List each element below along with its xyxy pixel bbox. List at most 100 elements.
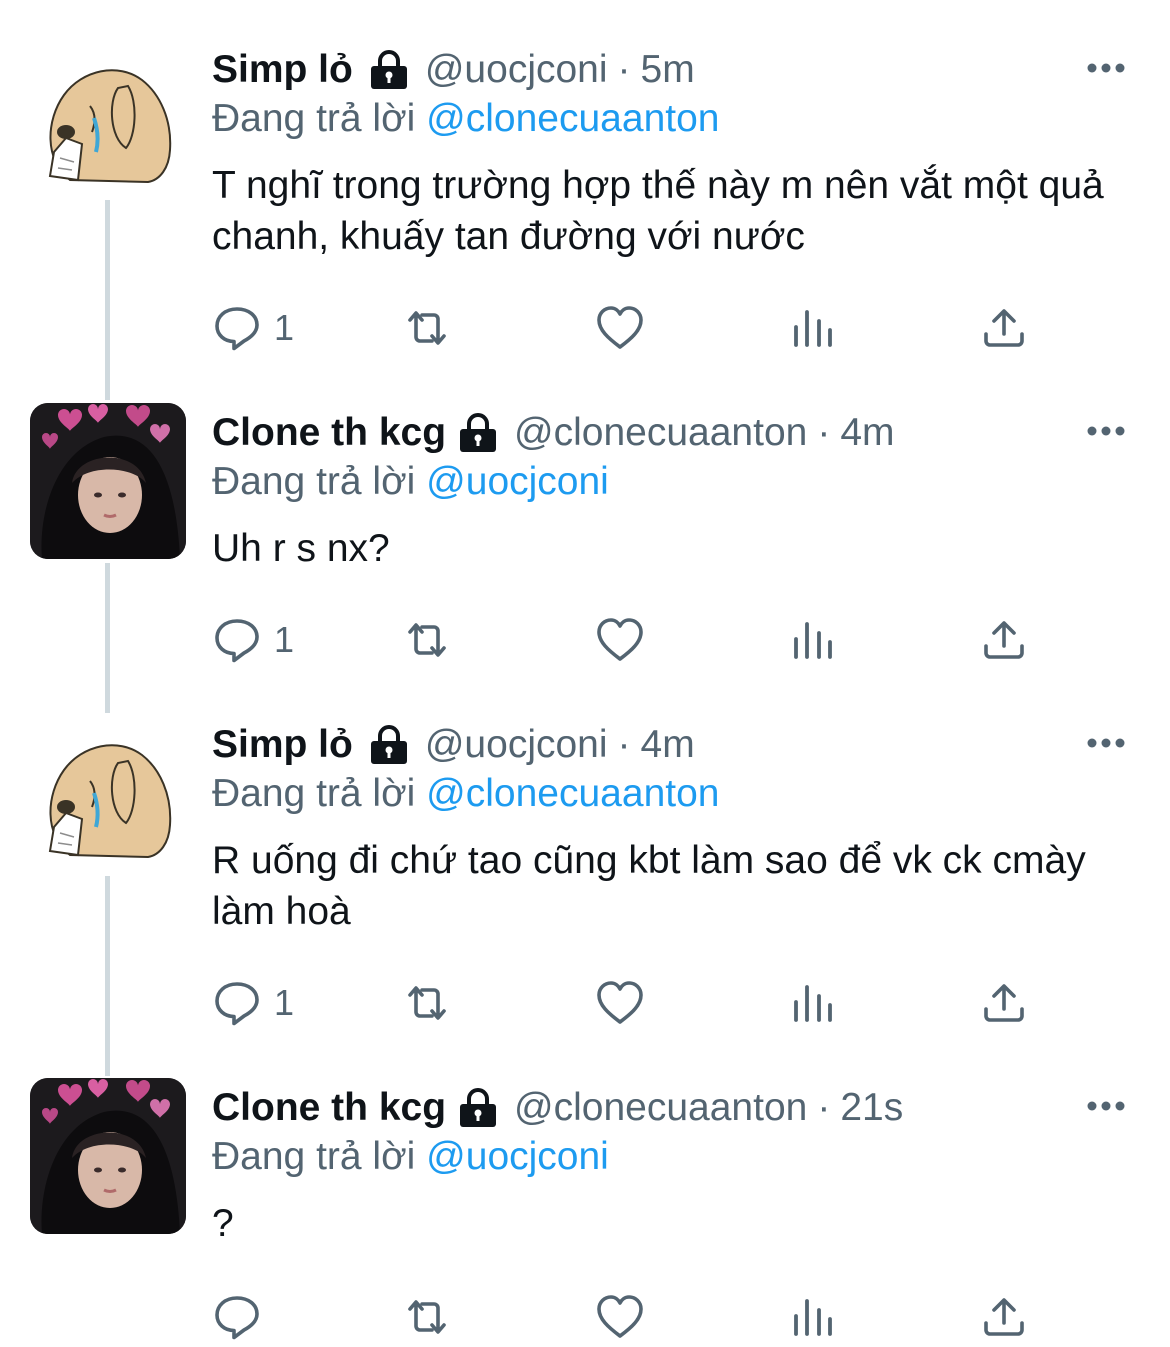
tweet-actions: 1 — [212, 303, 1042, 353]
timestamp[interactable]: 4m — [840, 410, 894, 456]
tweet-header: Simp lỏ @uocjconi · 4m — [212, 722, 1130, 768]
more-icon[interactable] — [1086, 737, 1126, 749]
tweet-text: R uống đi chứ tao cũng kbt làm sao để vk… — [212, 839, 1086, 933]
retweet-icon — [402, 1292, 452, 1342]
user-handle[interactable]: @uocjconi — [425, 722, 608, 768]
reply-count: 1 — [274, 307, 295, 348]
separator-dot: · — [817, 411, 831, 454]
more-icon[interactable] — [1086, 1100, 1126, 1112]
views-icon — [788, 303, 838, 353]
like-icon — [595, 1292, 645, 1342]
profile-photo-icon — [30, 1078, 186, 1234]
avatar[interactable] — [30, 403, 186, 559]
like-button[interactable] — [595, 1292, 645, 1342]
share-button[interactable] — [979, 1292, 1029, 1342]
retweet-button[interactable] — [402, 615, 452, 665]
share-icon — [979, 303, 1029, 353]
avatar[interactable] — [30, 1078, 186, 1234]
mention-link[interactable]: @uocjconi — [426, 1135, 609, 1178]
user-handle[interactable]: @clonecuaanton — [514, 410, 807, 456]
display-name[interactable]: Clone th kcg — [212, 410, 446, 456]
like-button[interactable] — [595, 615, 645, 665]
reply-button[interactable]: 1 — [212, 615, 294, 665]
retweet-icon — [402, 978, 452, 1028]
retweet-button[interactable] — [402, 1292, 452, 1342]
replying-to-label: Đang trả lời — [212, 1135, 416, 1178]
like-icon — [595, 303, 645, 353]
tweet[interactable]: Clone th kcg @clonecuaanton · 21s Đang t… — [0, 1060, 1170, 1347]
lock-icon — [456, 413, 500, 453]
like-icon — [595, 615, 645, 665]
views-button[interactable] — [788, 303, 838, 353]
replying-to: Đang trả lời @uocjconi — [212, 459, 1130, 505]
display-name[interactable]: Simp lỏ — [212, 47, 353, 93]
share-icon — [979, 615, 1029, 665]
tweet[interactable]: Simp lỏ @uocjconi · 4m Đang trả lời @clo… — [0, 710, 1170, 1060]
reply-button[interactable] — [212, 1292, 274, 1342]
reply-button[interactable]: 1 — [212, 978, 294, 1028]
display-name[interactable]: Simp lỏ — [212, 722, 353, 768]
replying-to: Đang trả lời @uocjconi — [212, 1134, 1130, 1180]
mention-link[interactable]: @uocjconi — [426, 460, 609, 503]
avatar[interactable] — [30, 40, 186, 196]
share-icon — [979, 978, 1029, 1028]
views-icon — [788, 615, 838, 665]
reply-icon — [212, 615, 262, 665]
timestamp[interactable]: 5m — [641, 47, 695, 93]
timestamp[interactable]: 21s — [840, 1085, 903, 1131]
replying-to: Đang trả lời @clonecuaanton — [212, 771, 1130, 817]
tweet-actions — [212, 1292, 1042, 1342]
retweet-button[interactable] — [402, 303, 452, 353]
lock-icon — [367, 725, 411, 765]
separator-dot: · — [617, 723, 631, 766]
tweet-header: Clone th kcg @clonecuaanton · 4m — [212, 410, 1130, 456]
dog-avatar-icon — [30, 40, 186, 196]
separator-dot: · — [817, 1086, 831, 1129]
replying-to-label: Đang trả lời — [212, 97, 416, 140]
tweet-actions: 1 — [212, 615, 1042, 665]
avatar[interactable] — [30, 715, 186, 871]
retweet-icon — [402, 615, 452, 665]
views-icon — [788, 978, 838, 1028]
tweet-text: ? — [212, 1202, 234, 1245]
reply-count: 1 — [274, 619, 295, 660]
display-name[interactable]: Clone th kcg — [212, 1085, 446, 1131]
share-button[interactable] — [979, 615, 1029, 665]
tweet[interactable]: Simp lỏ @uocjconi · 5m Đang trả lời @clo… — [0, 0, 1170, 385]
share-button[interactable] — [979, 978, 1029, 1028]
replying-to-label: Đang trả lời — [212, 460, 416, 503]
profile-photo-icon — [30, 403, 186, 559]
retweet-icon — [402, 303, 452, 353]
mention-link[interactable]: @clonecuaanton — [426, 97, 719, 140]
reply-count: 1 — [274, 982, 295, 1023]
like-button[interactable] — [595, 303, 645, 353]
user-handle[interactable]: @uocjconi — [425, 47, 608, 93]
replying-to-label: Đang trả lời — [212, 772, 416, 815]
timestamp[interactable]: 4m — [641, 722, 695, 768]
views-button[interactable] — [788, 978, 838, 1028]
like-icon — [595, 978, 645, 1028]
reply-button[interactable]: 1 — [212, 303, 294, 353]
like-button[interactable] — [595, 978, 645, 1028]
more-icon[interactable] — [1086, 62, 1126, 74]
views-button[interactable] — [788, 1292, 838, 1342]
share-button[interactable] — [979, 303, 1029, 353]
views-button[interactable] — [788, 615, 838, 665]
tweet-header: Clone th kcg @clonecuaanton · 21s — [212, 1085, 1130, 1131]
retweet-button[interactable] — [402, 978, 452, 1028]
mention-link[interactable]: @clonecuaanton — [426, 772, 719, 815]
views-icon — [788, 1292, 838, 1342]
reply-icon — [212, 303, 262, 353]
tweet-header: Simp lỏ @uocjconi · 5m — [212, 47, 1130, 93]
reply-icon — [212, 978, 262, 1028]
user-handle[interactable]: @clonecuaanton — [514, 1085, 807, 1131]
more-icon[interactable] — [1086, 425, 1126, 437]
dog-avatar-icon — [30, 715, 186, 871]
tweet-text: T nghĩ trong trường hợp thế này m nên vắ… — [212, 164, 1104, 258]
tweet-text: Uh r s nx? — [212, 527, 390, 570]
reply-icon — [212, 1292, 262, 1342]
lock-icon — [367, 50, 411, 90]
tweet[interactable]: Clone th kcg @clonecuaanton · 4m Đang tr… — [0, 385, 1170, 710]
separator-dot: · — [617, 48, 631, 91]
replying-to: Đang trả lời @clonecuaanton — [212, 96, 1130, 142]
